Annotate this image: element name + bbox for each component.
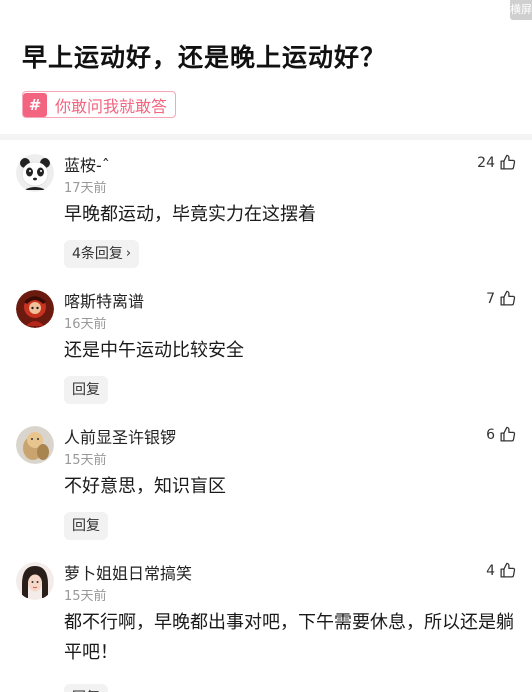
comment-item: 蓝桉-ˆ 17天前 24 早晚都运动，毕竟实力在这摆着 4条回复 ›: [0, 140, 532, 276]
orientation-badge[interactable]: 横屏: [510, 0, 532, 20]
like-count: 4: [486, 562, 495, 579]
like-button[interactable]: 7: [486, 290, 516, 307]
comment-username[interactable]: 喀斯特离谱: [64, 288, 144, 312]
like-button[interactable]: 24: [477, 154, 516, 171]
comment-time: 17天前: [64, 181, 107, 196]
thumbs-up-icon: [500, 290, 516, 306]
chevron-right-icon: ›: [125, 246, 132, 261]
comment-username[interactable]: 蓝桉-ˆ: [64, 152, 110, 176]
comment-item: 萝卜姐姐日常搞笑 15天前 4 都不行啊，早晚都出事对吧，下午需要休息，所以还是…: [0, 548, 532, 692]
like-button[interactable]: 6: [486, 426, 516, 443]
comment-content: 都不行啊，早晚都出事对吧，下午需要休息，所以还是躺平吧！: [64, 612, 514, 663]
like-button[interactable]: 4: [486, 562, 516, 579]
like-count: 7: [486, 290, 495, 307]
red-character-avatar[interactable]: [16, 290, 54, 328]
comment-item: 喀斯特离谱 16天前 7 还是中午运动比较安全 回复: [0, 276, 532, 412]
like-count: 24: [477, 154, 495, 171]
comment-content: 还是中午运动比较安全: [64, 340, 244, 361]
comment-content: 早晚都运动，毕竟实力在这摆着: [64, 204, 316, 225]
comment-content: 不好意思，知识盲区: [64, 476, 226, 497]
comment-time: 15天前: [64, 589, 107, 604]
topic-tag[interactable]: # 你敢问我就敢答: [22, 91, 177, 118]
girl-avatar[interactable]: [16, 562, 54, 600]
comment-time: 15天前: [64, 453, 107, 468]
reply-label: 回复: [72, 518, 100, 534]
hash-icon: #: [23, 92, 47, 117]
like-count: 6: [486, 426, 495, 443]
comment-list: 蓝桉-ˆ 17天前 24 早晚都运动，毕竟实力在这摆着 4条回复 › 喀斯特离谱…: [0, 140, 532, 692]
reply-label: 回复: [72, 382, 100, 398]
reply-button[interactable]: 回复: [64, 512, 108, 540]
thumbs-up-icon: [500, 426, 516, 442]
view-replies-button[interactable]: 4条回复 ›: [64, 240, 140, 268]
question-title: 早上运动好，还是晚上运动好？: [22, 43, 387, 72]
doll-avatar[interactable]: [16, 426, 54, 464]
question-header: 早上运动好，还是晚上运动好？ # 你敢问我就敢答: [0, 0, 532, 134]
thumbs-up-icon: [500, 562, 516, 578]
comment-item: 人前显圣许银锣 15天前 6 不好意思，知识盲区 回复: [0, 412, 532, 548]
thumbs-up-icon: [500, 154, 516, 170]
comment-username[interactable]: 人前显圣许银锣: [64, 424, 176, 448]
reply-label: 回复: [72, 684, 100, 692]
panda-avatar[interactable]: [16, 154, 54, 192]
comment-time: 16天前: [64, 317, 107, 332]
reply-button[interactable]: 回复: [64, 684, 108, 692]
reply-label: 4条回复: [72, 246, 123, 262]
topic-tag-label: 你敢问我就敢答: [55, 96, 168, 116]
comment-username[interactable]: 萝卜姐姐日常搞笑: [64, 560, 192, 584]
reply-button[interactable]: 回复: [64, 376, 108, 404]
